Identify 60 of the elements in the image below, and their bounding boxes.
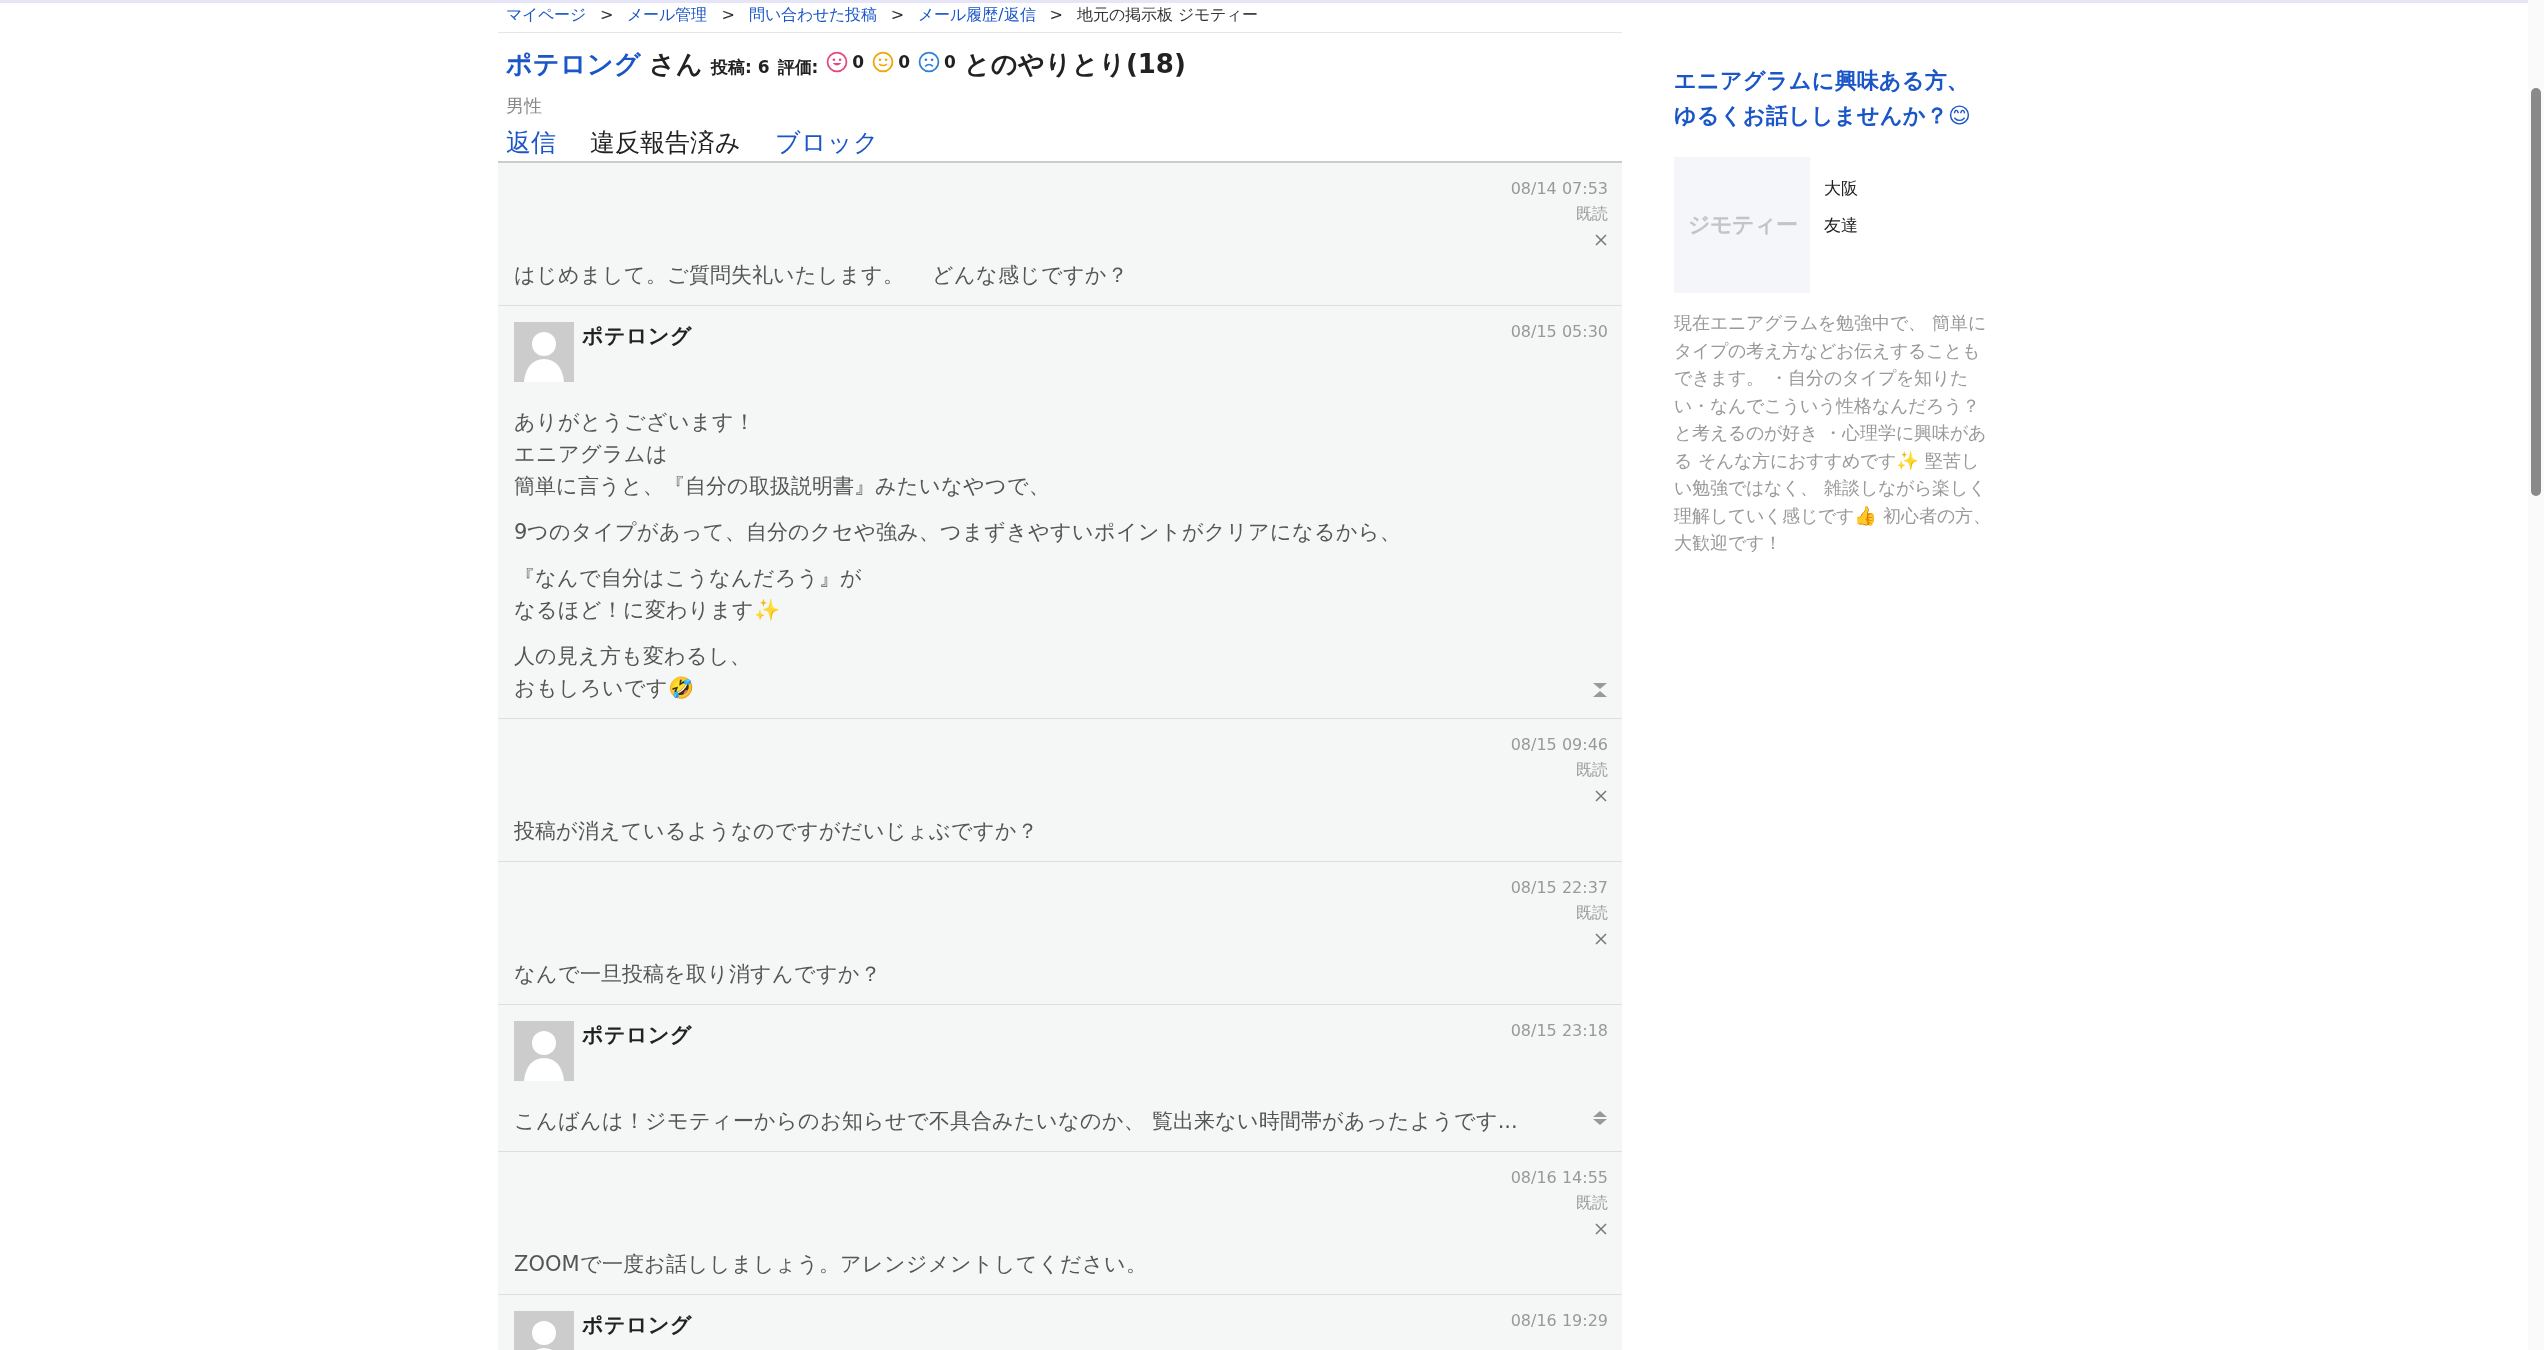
close-icon[interactable]	[1594, 1222, 1608, 1236]
post-title[interactable]: エニアグラムに興味ある方、	[1674, 63, 1996, 98]
breadcrumb-separator: >	[600, 5, 614, 24]
action-status: 違反報告済み	[590, 127, 741, 159]
message-time: 08/16 19:29	[1510, 1311, 1608, 1330]
breadcrumb-separator: >	[1049, 5, 1063, 24]
message-time: 08/15 23:18	[1510, 1021, 1608, 1040]
breadcrumb-link[interactable]: 問い合わせた投稿	[748, 5, 877, 24]
close-icon[interactable]	[1594, 932, 1608, 946]
breadcrumb-separator: >	[890, 5, 905, 24]
message-text: 『なんで自分はこうなんだろう』が	[514, 565, 863, 592]
scrollbar-thumb[interactable]	[2531, 88, 2541, 496]
posts-count: 投稿: 6	[711, 56, 770, 79]
post-detail: 大阪	[1824, 177, 1858, 200]
action-link[interactable]: ブロック	[775, 126, 879, 159]
read-status: 既読	[1575, 903, 1608, 924]
expand-icon[interactable]	[1592, 1110, 1608, 1126]
message-text: こんばんは！ジモティーからのお知らせで不具合みたいなのか、 覧出来ない時間帯があったようです...	[514, 1108, 1519, 1135]
sender-name: ポテロング	[582, 323, 693, 350]
gender-text: 男性	[506, 94, 543, 118]
breadcrumb-separator: >	[721, 5, 735, 24]
message-time: 08/15 09:46	[1509, 735, 1608, 754]
collapse-icon[interactable]	[1592, 682, 1608, 698]
rating-label: 評価:	[777, 56, 819, 79]
rating-count: 0	[944, 52, 956, 72]
message-time: 08/14 07:53	[1509, 179, 1608, 198]
message-time: 08/16 14:55	[1509, 1168, 1608, 1187]
message-text: 簡単に言うと、『自分の取扱説明書』みたいなやつで、	[514, 473, 1051, 500]
message-text: 人の見え方も変わるし、	[514, 643, 752, 670]
rating-count: 0	[898, 52, 911, 72]
breadcrumb-link[interactable]: メール履歴/返信	[918, 5, 1036, 24]
honorific-text: さん	[649, 48, 703, 81]
breadcrumb-current: 地元の掲示板 ジモティー	[1077, 5, 1259, 24]
message-text: ZOOMで一度お話ししましょう。アレンジメントしてください。	[514, 1251, 1148, 1278]
read-status: 既読	[1575, 204, 1608, 225]
message-text: ありがとうございます！	[514, 409, 756, 436]
action-link[interactable]: 返信	[506, 126, 556, 159]
close-icon[interactable]	[1594, 789, 1608, 803]
user-name-link[interactable]: ポテロング	[506, 47, 641, 82]
message-text: 投稿が消えているようなのですがだいじょぶですか？	[514, 818, 1039, 845]
sender-name: ポテロング	[582, 1022, 693, 1049]
message-text: なるほど！に変わります✨	[514, 597, 781, 624]
message-text: 9つのタイプがあって、自分のクセや強み、つまずきやすいポイントがクリアになるから、	[514, 519, 1403, 546]
sender-name: ポテロング	[582, 1312, 693, 1339]
breadcrumb-link[interactable]: メール管理	[627, 5, 708, 24]
close-icon[interactable]	[1594, 233, 1608, 247]
read-status: 既読	[1575, 1193, 1608, 1214]
breadcrumb-link[interactable]: マイページ	[506, 5, 586, 24]
rating-count: 0	[852, 52, 865, 72]
message-time: 08/15 22:37	[1509, 878, 1608, 897]
thread-title: とのやりとり(18)	[963, 48, 1186, 81]
message-text: はじめまして。ご質問失礼いたします。 どんな感じですか？	[514, 262, 1129, 289]
message-text: おもしろいです🤣	[514, 675, 695, 702]
read-status: 既読	[1575, 760, 1608, 781]
message-text: エニアグラムは	[514, 441, 669, 468]
message-text: なんで一旦投稿を取り消すんですか？	[514, 961, 882, 988]
post-detail: 友達	[1824, 214, 1858, 237]
message-time: 08/15 05:30	[1510, 322, 1608, 341]
post-title[interactable]: ゆるくお話ししませんか？😊	[1674, 98, 1996, 133]
post-description: 現在エニアグラムを勉強中で、 簡単にタイプの考え方などお伝えすることもできます。 ・自分のタイプを知りたい・なんでこういう性格なんだろう？と考えるのが好き ・心理学に興味がある そんな方におすすめです✨ 堅苦しい勉強ではなく、 雑談しながら楽しく理解していく感じです👍 初心者の方、大歓迎です！	[1674, 311, 1992, 555]
